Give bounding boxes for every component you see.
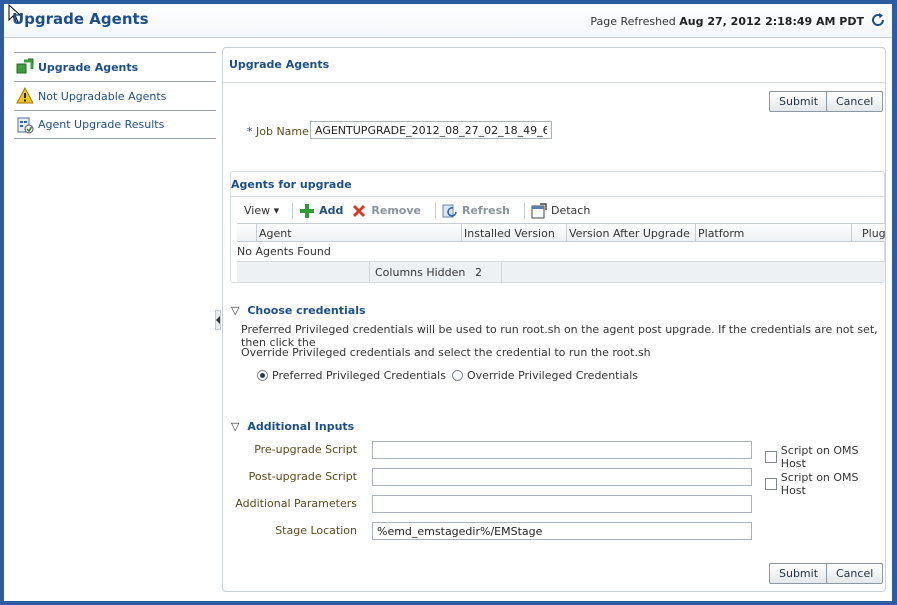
main-panel-title: Upgrade Agents — [223, 48, 885, 83]
refresh-button-label: Refresh — [462, 204, 510, 217]
agents-table-header: Agent Installed Version Version After Up… — [237, 223, 885, 242]
job-name-label-text: Job Name — [256, 125, 309, 138]
results-report-icon — [17, 117, 34, 133]
splitter-collapse-handle[interactable] — [215, 310, 221, 330]
footer-divider — [369, 262, 370, 283]
override-credentials-label[interactable]: Override Privileged Credentials — [467, 369, 638, 382]
toolbar-divider — [292, 202, 294, 219]
preferred-credentials-radio[interactable] — [257, 370, 268, 381]
columns-hidden-label: Columns Hidden — [375, 266, 466, 279]
plus-icon — [300, 203, 315, 218]
refresh-button[interactable]: Refresh — [442, 203, 510, 219]
post-upgrade-script-input[interactable] — [372, 468, 752, 486]
refreshed-timestamp: Aug 27, 2012 2:18:49 AM PDT — [679, 15, 864, 28]
post-oms-host-checkbox[interactable] — [765, 478, 777, 490]
nav-label: Upgrade Agents — [38, 60, 139, 74]
add-button-label: Add — [319, 204, 344, 217]
main-panel: Upgrade Agents Submit Cancel * Job Name … — [222, 47, 886, 592]
detach-button-label: Detach — [550, 204, 591, 217]
credentials-description-line2: Override Privileged credentials and sele… — [241, 346, 651, 359]
view-menu[interactable]: View ▾ — [237, 203, 286, 218]
columns-hidden-count: 2 — [475, 266, 482, 279]
collapse-triangle-icon: ▽ — [231, 420, 240, 433]
job-name-input[interactable] — [310, 121, 552, 139]
choose-credentials-header[interactable]: ▽ Choose credentials — [231, 304, 366, 317]
post-upgrade-script-label: Post-upgrade Script — [248, 470, 357, 483]
post-oms-host-label[interactable]: Script on OMS Host — [781, 471, 885, 497]
no-agents-message: No Agents Found — [237, 245, 331, 258]
remove-button[interactable]: Remove — [351, 203, 421, 219]
agents-section-title: Agents for upgrade — [231, 172, 884, 197]
agents-table-footer: Columns Hidden 2 — [237, 261, 885, 283]
refreshed-label: Page Refreshed — [590, 15, 676, 28]
toolbar-divider — [435, 202, 436, 219]
nav-item-agent-upgrade-results[interactable]: Agent Upgrade Results — [14, 110, 216, 139]
warning-icon — [16, 87, 34, 104]
refresh-icon[interactable] — [870, 12, 886, 28]
credentials-radio-group: Preferred Privileged Credentials Overrid… — [257, 369, 644, 382]
page-refreshed: Page Refreshed Aug 27, 2012 2:18:49 AM P… — [590, 15, 864, 28]
remove-button-label: Remove — [371, 204, 421, 217]
preferred-credentials-label[interactable]: Preferred Privileged Credentials — [272, 369, 446, 382]
pre-oms-host-label[interactable]: Script on OMS Host — [781, 444, 885, 470]
page-title: Upgrade Agents — [12, 10, 149, 28]
pre-oms-host-option: Script on OMS Host — [765, 444, 885, 470]
additional-parameters-input[interactable] — [372, 495, 752, 513]
column-agent[interactable]: Agent — [257, 224, 462, 241]
cancel-button-top[interactable]: Cancel — [826, 91, 884, 112]
credentials-section-title: Choose credentials — [247, 304, 366, 317]
additional-inputs-title: Additional Inputs — [247, 420, 355, 433]
agents-for-upgrade-panel: Agents for upgrade View ▾ Add Remove Ref… — [230, 171, 885, 283]
column-select-all[interactable] — [237, 224, 257, 241]
column-installed-version[interactable]: Installed Version — [462, 224, 567, 241]
override-credentials-radio[interactable] — [451, 370, 463, 381]
collapse-triangle-icon: ▽ — [231, 304, 240, 317]
additional-parameters-label: Additional Parameters — [235, 497, 357, 510]
upgrade-arrows-icon — [16, 58, 34, 74]
submit-button-bottom[interactable]: Submit — [769, 563, 829, 584]
footer-divider — [501, 262, 502, 283]
column-plug-ins[interactable]: Plug — [852, 224, 885, 241]
left-navigation: Upgrade Agents Not Upgradable Agents Age… — [14, 52, 216, 139]
remove-x-icon — [353, 204, 366, 217]
agents-toolbar: View ▾ Add Remove Refresh Detach — [237, 199, 882, 222]
column-platform[interactable]: Platform — [696, 224, 852, 241]
nav-label: Agent Upgrade Results — [38, 118, 165, 131]
detach-window-icon — [531, 202, 547, 218]
additional-inputs-header[interactable]: ▽ Additional Inputs — [231, 420, 354, 433]
add-button[interactable]: Add — [299, 203, 343, 219]
required-marker: * — [247, 125, 253, 138]
cancel-button-bottom[interactable]: Cancel — [826, 563, 884, 584]
stage-location-label: Stage Location — [275, 524, 357, 537]
nav-label: Not Upgradable Agents — [38, 89, 167, 103]
job-name-label: * Job Name — [247, 125, 309, 138]
nav-item-upgrade-agents[interactable]: Upgrade Agents — [14, 52, 216, 81]
detach-button[interactable]: Detach — [531, 202, 591, 219]
window-frame: Upgrade Agents Page Refreshed Aug 27, 20… — [4, 4, 892, 601]
toolbar-divider — [523, 202, 525, 219]
column-version-after-upgrade[interactable]: Version After Upgrade — [567, 224, 696, 241]
refresh-table-icon — [442, 204, 457, 217]
nav-item-not-upgradable-agents[interactable]: Not Upgradable Agents — [14, 81, 216, 110]
chevron-down-icon: ▾ — [273, 204, 280, 217]
page-header: Upgrade Agents Page Refreshed Aug 27, 20… — [4, 4, 892, 38]
pre-upgrade-script-input[interactable] — [372, 441, 752, 459]
pre-upgrade-script-label: Pre-upgrade Script — [254, 443, 357, 456]
post-oms-host-option: Script on OMS Host — [765, 471, 885, 497]
pre-oms-host-checkbox[interactable] — [765, 451, 777, 463]
view-menu-label: View — [244, 204, 271, 217]
stage-location-input[interactable] — [372, 522, 752, 540]
submit-button-top[interactable]: Submit — [769, 91, 829, 112]
